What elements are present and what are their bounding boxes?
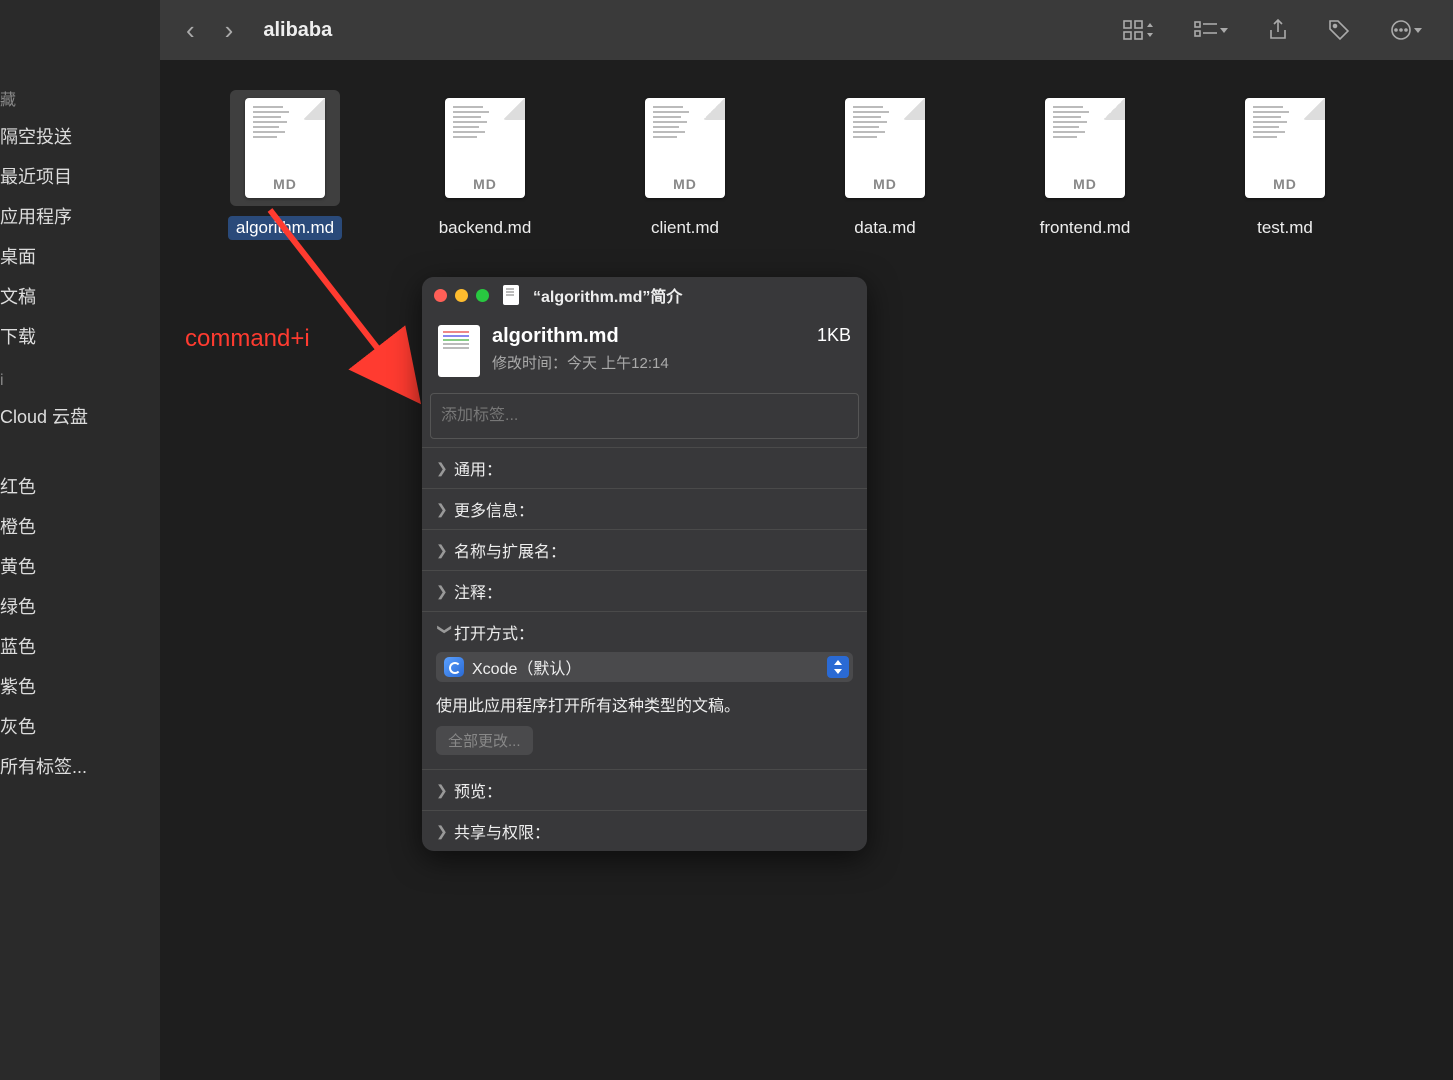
sidebar-tag-red[interactable]: 红色 [0, 466, 160, 506]
file-badge: MD [1073, 176, 1097, 192]
section-preview[interactable]: ❯预览： [422, 769, 867, 810]
file-badge: MD [673, 176, 697, 192]
sidebar-tag-blue[interactable]: 蓝色 [0, 626, 160, 666]
sidebar-tag-yellow[interactable]: 黄色 [0, 546, 160, 586]
sidebar-all-tags[interactable]: 所有标签... [0, 746, 160, 786]
md-file-icon: MD [845, 98, 925, 198]
sidebar-tag-gray[interactable]: 灰色 [0, 706, 160, 746]
sidebar-tag-green[interactable]: 绿色 [0, 586, 160, 626]
file-label: test.md [1249, 216, 1321, 240]
open-with-description: 使用此应用程序打开所有这种类型的文稿。 [436, 692, 853, 716]
chevron-right-icon: ❯ [436, 460, 454, 477]
file-badge: MD [473, 176, 497, 192]
chevron-right-icon: ❯ [436, 583, 454, 600]
section-general[interactable]: ❯通用： [422, 447, 867, 488]
annotation-shortcut-text: command+i [185, 325, 310, 353]
tag-icon[interactable] [1317, 18, 1361, 42]
section-open-with[interactable]: ❯打开方式： [422, 611, 867, 652]
sidebar-item-desktop[interactable]: 桌面 [0, 236, 160, 276]
sidebar-tag-purple[interactable]: 紫色 [0, 666, 160, 706]
sidebar: 藏 隔空投送 最近项目 应用程序 桌面 文稿 下载 i Cloud 云盘 红色 … [0, 0, 160, 1080]
sidebar-item-applications[interactable]: 应用程序 [0, 196, 160, 236]
file-icon-wrap: MD [1230, 90, 1340, 206]
back-button[interactable]: ‹ [180, 15, 201, 46]
group-icon[interactable] [1183, 18, 1239, 42]
updown-arrows-icon [827, 656, 849, 678]
sidebar-tag-orange[interactable]: 橙色 [0, 506, 160, 546]
file-item[interactable]: MD client.md [620, 90, 750, 240]
open-with-body: Xcode（默认） 使用此应用程序打开所有这种类型的文稿。 全部更改... [422, 652, 867, 769]
file-item[interactable]: MD data.md [820, 90, 950, 240]
file-icon-wrap: MD [630, 90, 740, 206]
file-badge: MD [273, 176, 297, 192]
info-filename: algorithm.md [492, 325, 817, 348]
chevron-right-icon: ❯ [436, 542, 454, 559]
md-file-icon: MD [245, 98, 325, 198]
tags-input[interactable] [431, 394, 858, 438]
file-icon-wrap: MD [230, 90, 340, 206]
md-file-icon: MD [445, 98, 525, 198]
close-icon[interactable] [434, 289, 447, 302]
section-sharing[interactable]: ❯共享与权限： [422, 810, 867, 851]
sidebar-favorites-header: 藏 [0, 80, 160, 116]
chevron-down-icon: ❯ [437, 623, 454, 641]
md-file-icon: MD [645, 98, 725, 198]
file-label: algorithm.md [228, 216, 342, 240]
info-title: “algorithm.md”简介 [533, 283, 682, 307]
file-item[interactable]: MD backend.md [420, 90, 550, 240]
get-info-panel: “algorithm.md”简介 algorithm.md 修改时间：今天 上午… [422, 277, 867, 851]
xcode-icon [444, 657, 464, 677]
file-label: client.md [643, 216, 727, 240]
file-badge: MD [873, 176, 897, 192]
chevron-right-icon: ❯ [436, 501, 454, 518]
md-file-icon: MD [1245, 98, 1325, 198]
file-label: backend.md [431, 216, 540, 240]
info-header: algorithm.md 修改时间：今天 上午12:14 1KB [422, 313, 867, 393]
file-grid: MD algorithm.md MD backend.md MD client.md MD d… [180, 90, 1433, 240]
info-modified: 修改时间：今天 上午12:14 [492, 352, 817, 373]
sidebar-item-icloud-drive[interactable]: Cloud 云盘 [0, 396, 160, 436]
md-file-icon: MD [1045, 98, 1125, 198]
sidebar-item-recents[interactable]: 最近项目 [0, 156, 160, 196]
info-titlebar[interactable]: “algorithm.md”简介 [422, 277, 867, 313]
file-icon-wrap: MD [1030, 90, 1140, 206]
file-thumbnail-icon [438, 325, 480, 377]
section-more-info[interactable]: ❯更多信息： [422, 488, 867, 529]
sidebar-item-documents[interactable]: 文稿 [0, 276, 160, 316]
file-label: data.md [846, 216, 923, 240]
section-comments[interactable]: ❯注释： [422, 570, 867, 611]
info-size: 1KB [817, 325, 851, 346]
toolbar: ‹ › alibaba [160, 0, 1453, 60]
open-with-app-label: Xcode（默认） [472, 655, 581, 679]
view-icon-grid[interactable] [1111, 18, 1165, 42]
more-icon[interactable] [1379, 18, 1433, 42]
document-icon [503, 285, 519, 305]
sidebar-icloud-header: i [0, 366, 160, 396]
sidebar-item-downloads[interactable]: 下载 [0, 316, 160, 356]
file-badge: MD [1273, 176, 1297, 192]
change-all-button[interactable]: 全部更改... [436, 726, 533, 755]
file-icon-wrap: MD [830, 90, 940, 206]
chevron-right-icon: ❯ [436, 782, 454, 799]
zoom-icon[interactable] [476, 289, 489, 302]
file-label: frontend.md [1032, 216, 1139, 240]
folder-title: alibaba [263, 19, 332, 42]
forward-button[interactable]: › [219, 15, 240, 46]
minimize-icon[interactable] [455, 289, 468, 302]
file-item[interactable]: MD test.md [1220, 90, 1350, 240]
file-item[interactable]: MD frontend.md [1020, 90, 1150, 240]
open-with-app-select[interactable]: Xcode（默认） [436, 652, 853, 682]
file-item[interactable]: MD algorithm.md [220, 90, 350, 240]
sidebar-item-airdrop[interactable]: 隔空投送 [0, 116, 160, 156]
file-icon-wrap: MD [430, 90, 540, 206]
chevron-right-icon: ❯ [436, 823, 454, 840]
share-icon[interactable] [1257, 18, 1299, 42]
section-name-ext[interactable]: ❯名称与扩展名： [422, 529, 867, 570]
info-tags-field[interactable] [430, 393, 859, 439]
